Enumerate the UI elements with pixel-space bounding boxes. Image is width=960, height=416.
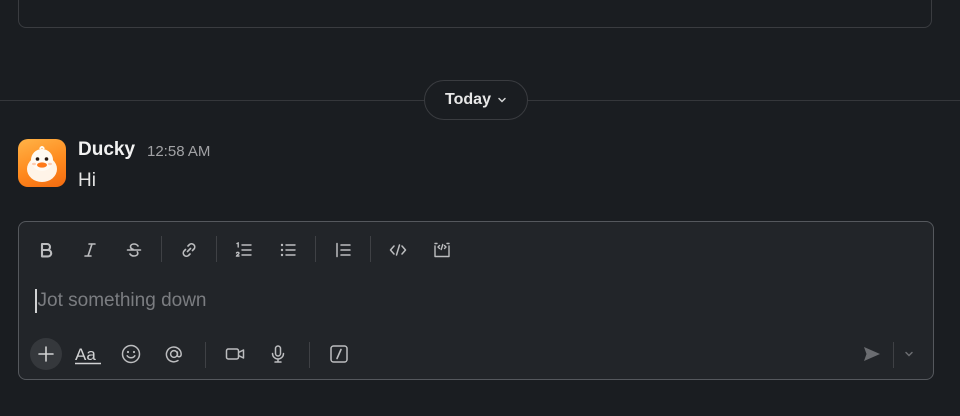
message-author[interactable]: Ducky [78,139,135,161]
day-divider-label: Today [445,91,491,108]
bold-icon [40,242,53,258]
blockquote-icon [336,242,351,258]
link-icon [182,243,196,257]
bulleted-list-icon [280,243,296,257]
svg-text:Aa: Aa [75,345,96,364]
message-composer: Jot something down Aa [18,221,934,380]
composer-actions: Aa [19,334,933,374]
bold-button[interactable] [32,236,60,264]
audio-clip-button[interactable] [262,338,294,370]
emoji-icon [121,344,141,364]
ordered-list-icon [235,241,252,257]
slash-command-button[interactable] [323,338,355,370]
duck-icon [27,146,57,182]
message-input-placeholder: Jot something down [37,290,207,311]
formatting-toolbar [19,222,933,276]
code-icon [389,244,407,256]
video-clip-button[interactable] [219,338,251,370]
previous-message-card [18,0,932,28]
send-icon [864,347,880,361]
attach-button[interactable] [30,338,62,370]
message-timestamp[interactable]: 12:58 AM [147,143,210,160]
mention-button[interactable] [158,338,190,370]
strikethrough-icon [126,243,142,257]
formatting-toggle-button[interactable]: Aa [72,338,104,370]
code-block-icon [434,242,450,258]
send-button[interactable] [856,338,888,370]
text-caret [35,289,37,313]
day-divider-button[interactable]: Today [424,80,528,120]
mention-icon [165,346,182,363]
plus-icon [38,346,54,362]
bulleted-list-button[interactable] [274,236,302,264]
strikethrough-button[interactable] [120,236,148,264]
send-options-button[interactable] [896,338,922,370]
duck-avatar[interactable] [18,139,66,187]
italic-button[interactable] [76,236,104,264]
slash-command-icon [330,345,348,363]
blockquote-button[interactable] [329,236,357,264]
microphone-icon [271,345,285,363]
message-text: Hi [78,170,96,191]
italic-icon [84,243,96,257]
message-input[interactable]: Jot something down [35,288,915,314]
code-button[interactable] [384,236,412,264]
link-button[interactable] [175,236,203,264]
formatting-toggle-icon: Aa [75,345,101,365]
video-icon [225,348,245,360]
code-block-button[interactable] [428,236,456,264]
chevron-down-icon [498,97,506,103]
chevron-down-icon [905,351,913,357]
emoji-button[interactable] [115,338,147,370]
ordered-list-button[interactable] [230,236,258,264]
